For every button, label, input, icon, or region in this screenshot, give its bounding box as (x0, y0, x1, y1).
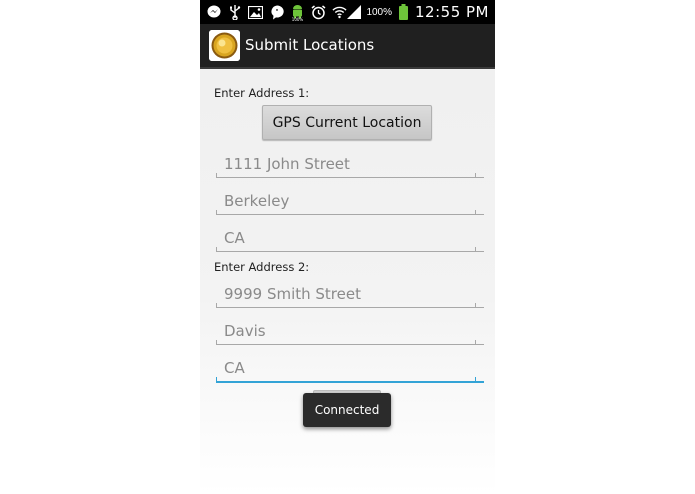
battery-icon (396, 4, 411, 20)
field-edge (475, 247, 476, 252)
battery-percent: 100% (366, 6, 393, 18)
status-bar: " 100% 100% 12:55 PM (200, 0, 495, 24)
address1-city-input[interactable] (216, 188, 484, 215)
field-edge (216, 173, 217, 178)
field-edge (475, 340, 476, 345)
usb-icon (227, 4, 242, 20)
gps-current-location-button[interactable]: GPS Current Location (262, 105, 432, 140)
app-title: Submit Locations (245, 36, 375, 54)
signal-icon (347, 5, 362, 20)
field-edge (216, 303, 217, 308)
field-edge (475, 303, 476, 308)
address2-label: Enter Address 2: (214, 260, 310, 274)
connected-toast: Connected (303, 393, 391, 427)
action-bar: Submit Locations (200, 24, 495, 69)
system-status: 100% 12:55 PM (347, 2, 489, 22)
field-edge (475, 173, 476, 178)
field-edge (475, 210, 476, 215)
clock: 12:55 PM (415, 3, 489, 21)
field-edge (475, 377, 476, 382)
address1-state-input[interactable] (216, 225, 484, 252)
address2-street-input[interactable] (216, 281, 484, 308)
address2-state-input[interactable] (216, 355, 484, 383)
alarm-icon (311, 4, 326, 20)
svg-text:": " (275, 8, 278, 16)
android-battery-icon: 100% (290, 4, 305, 21)
address1-street-input[interactable] (216, 151, 484, 178)
wifi-icon (332, 5, 347, 20)
svg-text:100%: 100% (292, 16, 304, 20)
field-edge (216, 210, 217, 215)
app-logo-icon[interactable] (209, 30, 240, 61)
field-edge (216, 377, 217, 382)
talk-icon: " (269, 4, 284, 20)
phone-screen: " 100% 100% 12:55 PM Submit Locations En… (200, 0, 495, 494)
image-icon (248, 5, 263, 20)
messenger-icon (206, 5, 221, 20)
field-edge (216, 247, 217, 252)
field-edge (216, 340, 217, 345)
notification-icons: " 100% (206, 3, 347, 21)
address1-label: Enter Address 1: (214, 86, 310, 100)
address2-city-input[interactable] (216, 318, 484, 345)
